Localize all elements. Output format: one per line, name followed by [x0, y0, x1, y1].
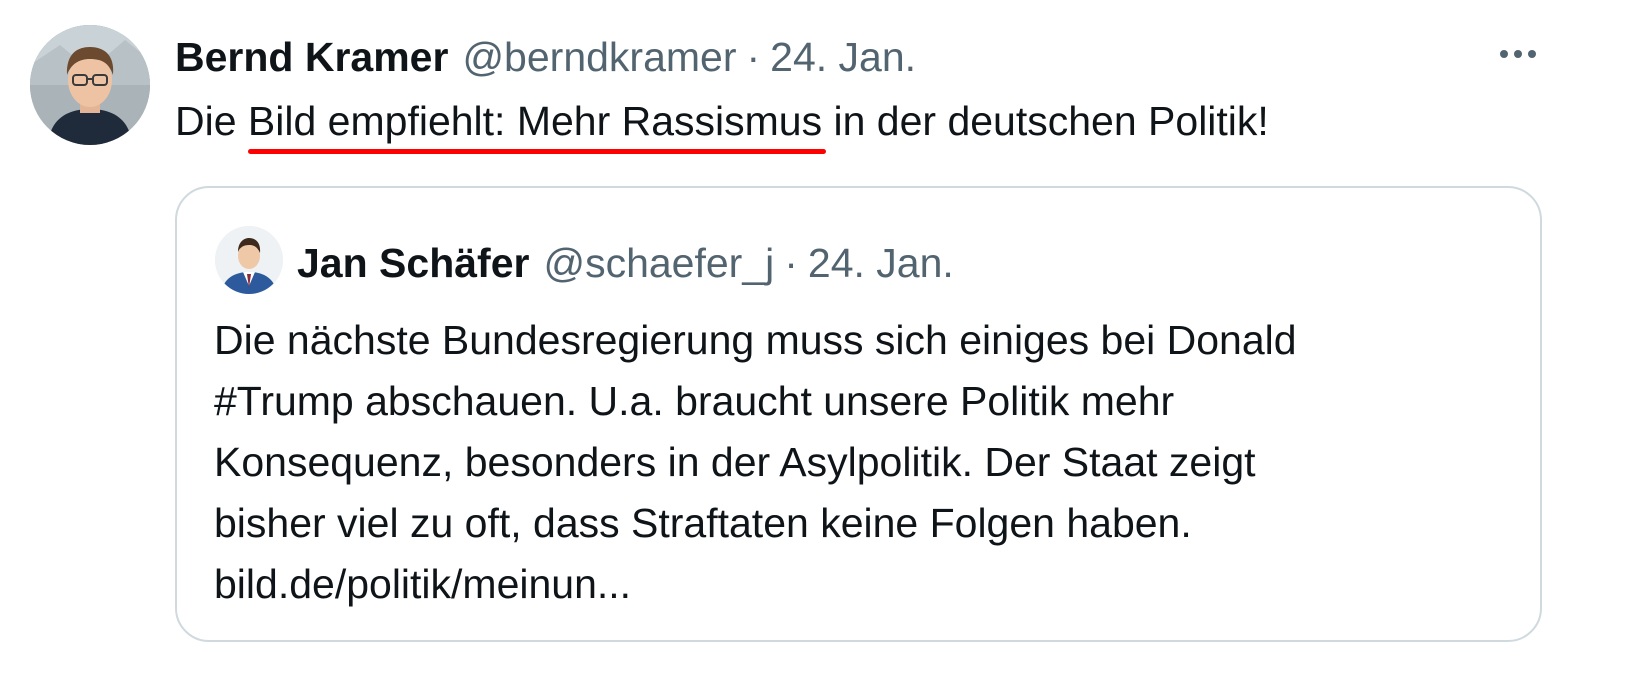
quoted-link-text[interactable]: bild.de/politik/meinun... — [214, 554, 1504, 615]
author-handle[interactable]: @berndkramer — [462, 30, 736, 84]
quoted-text-line: Die nächste Bundesregierung muss sich ei… — [214, 317, 1297, 363]
more-horizontal-icon — [1514, 50, 1522, 58]
tweet-date[interactable]: 24. Jan. — [770, 30, 916, 84]
tweet-text: Die Bild empfiehlt: Mehr Rassismus in de… — [175, 94, 1269, 154]
more-horizontal-icon — [1528, 50, 1536, 58]
quoted-text-line: #Trump abschauen. U.a. braucht unsere Po… — [214, 378, 1175, 424]
tweet-text-underlined: Bild empfiehlt: Mehr Rassismus — [247, 94, 827, 154]
header-separator: · — [746, 34, 761, 80]
quoted-author-handle[interactable]: @schaefer_j — [543, 236, 774, 290]
quoted-author-avatar[interactable] — [215, 226, 283, 294]
tweet-text-start: Die — [175, 98, 248, 144]
quoted-text-line: Konsequenz, besonders in der Asylpolitik… — [214, 439, 1256, 485]
author-avatar[interactable] — [30, 25, 150, 145]
more-options-button[interactable] — [1488, 36, 1548, 72]
author-name[interactable]: Bernd Kramer — [175, 30, 448, 84]
tweet-text-end: in der deutschen Politik! — [822, 98, 1269, 144]
quoted-tweet-card[interactable]: Jan Schäfer @schaefer_j · 24. Jan. Die n… — [175, 186, 1542, 642]
more-horizontal-icon — [1500, 50, 1508, 58]
quoted-author-name[interactable]: Jan Schäfer — [297, 236, 529, 290]
tweet-header: Bernd Kramer @berndkramer · 24. Jan. — [175, 30, 916, 84]
quoted-tweet-text: Die nächste Bundesregierung muss sich ei… — [214, 310, 1504, 615]
quoted-tweet-date[interactable]: 24. Jan. — [808, 236, 954, 290]
tweet[interactable]: Bernd Kramer @berndkramer · 24. Jan. Die… — [0, 0, 1634, 694]
quoted-header-separator: · — [784, 240, 798, 286]
quoted-text-line: bisher viel zu oft, dass Straftaten kein… — [214, 500, 1192, 546]
quoted-tweet-header: Jan Schäfer @schaefer_j · 24. Jan. — [297, 236, 954, 290]
